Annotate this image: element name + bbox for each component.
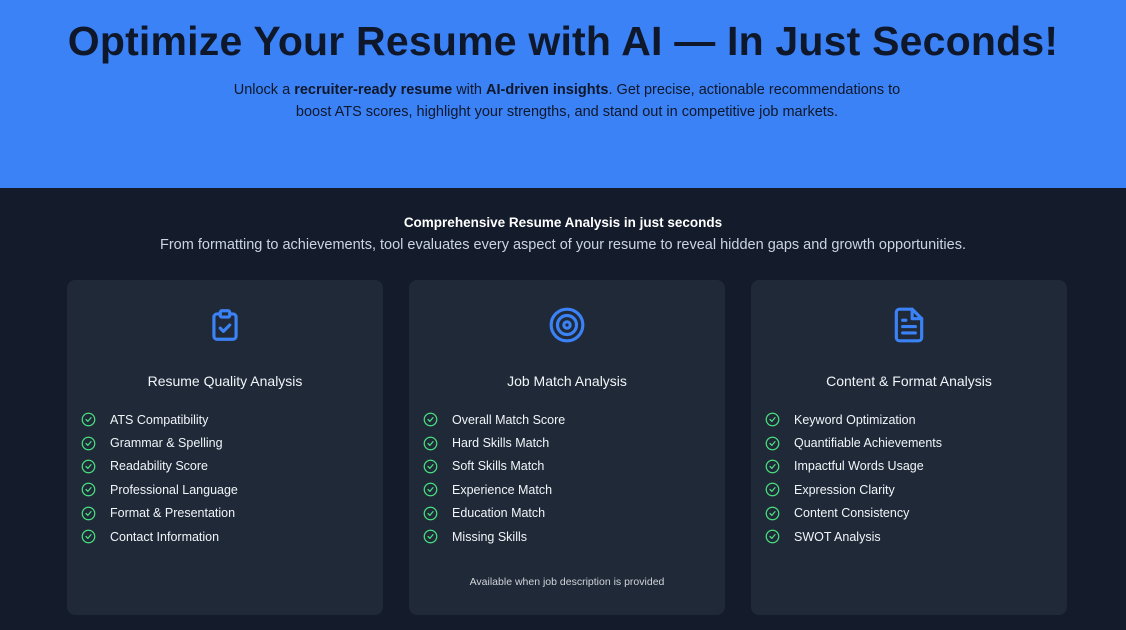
- check-circle-icon: [765, 529, 780, 544]
- list-item-label: Grammar & Spelling: [110, 436, 223, 451]
- list-item-label: Contact Information: [110, 529, 220, 544]
- check-circle-icon: [81, 436, 96, 451]
- list-item-label: Impactful Words Usage: [794, 459, 924, 474]
- list-item: Impactful Words Usage: [765, 455, 942, 478]
- list-item: Content Consistency: [765, 502, 942, 525]
- feature-list: ATS Compatibility Grammar & Spelling Rea…: [81, 408, 238, 548]
- list-item-label: ATS Compatibility: [110, 412, 209, 427]
- check-circle-icon: [81, 482, 96, 497]
- subtitle-bold-1: recruiter-ready resume: [294, 82, 453, 98]
- check-circle-icon: [423, 436, 438, 451]
- check-circle-icon: [81, 459, 96, 474]
- check-circle-icon: [765, 412, 780, 427]
- hero-section: Optimize Your Resume with AI — In Just S…: [0, 0, 1126, 188]
- list-item-label: Education Match: [452, 506, 546, 521]
- feature-list: Keyword Optimization Quantifiable Achiev…: [765, 408, 942, 548]
- list-item: Quantifiable Achievements: [765, 431, 942, 454]
- list-item: Keyword Optimization: [765, 408, 942, 431]
- list-item-label: SWOT Analysis: [794, 529, 881, 544]
- check-circle-icon: [765, 506, 780, 521]
- card-title: Content & Format Analysis: [826, 373, 992, 389]
- card-resume-quality: Resume Quality Analysis ATS Compatibilit…: [67, 280, 383, 615]
- target-icon: [548, 306, 586, 344]
- subtitle-text-2: with: [452, 82, 487, 98]
- list-item: Experience Match: [423, 478, 565, 501]
- job-description-note: Available when job description is provid…: [469, 576, 665, 588]
- list-item-label: Soft Skills Match: [452, 459, 545, 474]
- check-circle-icon: [423, 482, 438, 497]
- list-item: Hard Skills Match: [423, 431, 565, 454]
- card-content-format: Content & Format Analysis Keyword Optimi…: [751, 280, 1067, 615]
- list-item: Format & Presentation: [81, 502, 238, 525]
- list-item-label: Readability Score: [110, 459, 208, 474]
- list-item-label: Missing Skills: [452, 529, 528, 544]
- list-item-label: Overall Match Score: [452, 412, 566, 427]
- list-item: Overall Match Score: [423, 408, 565, 431]
- feature-list: Overall Match Score Hard Skills Match So…: [423, 408, 565, 548]
- section-description: From formatting to achievements, tool ev…: [160, 237, 966, 253]
- subtitle-text-1: Unlock a: [233, 82, 295, 98]
- analysis-section: Comprehensive Resume Analysis in just se…: [0, 188, 1126, 630]
- list-item-label: Experience Match: [452, 482, 553, 497]
- check-circle-icon: [423, 529, 438, 544]
- clipboard-check-icon: [206, 306, 244, 344]
- list-item-label: Expression Clarity: [794, 482, 895, 497]
- card-title: Resume Quality Analysis: [147, 373, 303, 389]
- check-circle-icon: [423, 506, 438, 521]
- list-item: Expression Clarity: [765, 478, 942, 501]
- list-item: SWOT Analysis: [765, 525, 942, 548]
- list-item: Grammar & Spelling: [81, 431, 238, 454]
- list-item: Contact Information: [81, 525, 238, 548]
- subtitle-bold-2: AI-driven insights: [486, 82, 609, 98]
- card-title: Job Match Analysis: [507, 373, 627, 389]
- list-item-label: Quantifiable Achievements: [794, 436, 943, 451]
- check-circle-icon: [765, 482, 780, 497]
- check-circle-icon: [765, 436, 780, 451]
- list-item-label: Keyword Optimization: [794, 412, 916, 427]
- list-item-label: Professional Language: [110, 482, 238, 497]
- list-item: Readability Score: [81, 455, 238, 478]
- check-circle-icon: [81, 506, 96, 521]
- list-item: Soft Skills Match: [423, 455, 565, 478]
- hero-subtitle: Unlock a recruiter-ready resume with AI-…: [233, 79, 901, 123]
- list-item-label: Hard Skills Match: [452, 436, 550, 451]
- document-icon: [890, 306, 928, 344]
- list-item-label: Format & Presentation: [110, 506, 236, 521]
- check-circle-icon: [81, 529, 96, 544]
- list-item-label: Content Consistency: [794, 506, 910, 521]
- check-circle-icon: [765, 459, 780, 474]
- list-item: Education Match: [423, 502, 565, 525]
- list-item: ATS Compatibility: [81, 408, 238, 431]
- check-circle-icon: [423, 459, 438, 474]
- list-item: Missing Skills: [423, 525, 565, 548]
- check-circle-icon: [81, 412, 96, 427]
- check-circle-icon: [423, 412, 438, 427]
- list-item: Professional Language: [81, 478, 238, 501]
- section-title: Comprehensive Resume Analysis in just se…: [403, 215, 723, 230]
- card-job-match: Job Match Analysis Overall Match Score H…: [409, 280, 725, 615]
- page-title: Optimize Your Resume with AI — In Just S…: [67, 18, 1059, 64]
